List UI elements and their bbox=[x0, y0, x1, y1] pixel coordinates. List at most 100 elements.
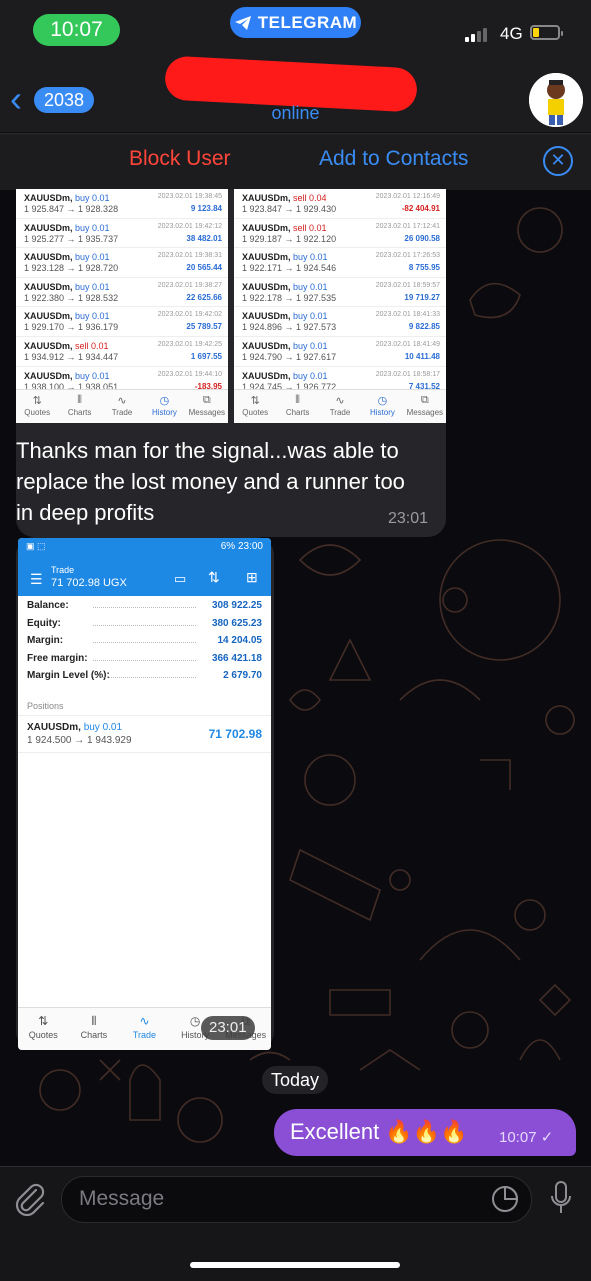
phone-status: 6% 23:00 bbox=[220, 541, 263, 552]
account-value: 308 922.25 bbox=[211, 600, 262, 611]
tab-history[interactable]: ◷ History bbox=[143, 390, 185, 423]
position-row[interactable]: XAUUSDm, buy 0.01 1 924.500 → 1 943.929 … bbox=[18, 715, 271, 753]
trade-side: buy 0.01 bbox=[75, 193, 110, 203]
add-to-contacts-button[interactable]: Add to Contacts bbox=[319, 147, 468, 171]
block-user-button[interactable]: Block User bbox=[129, 147, 231, 171]
trade-date: 2023.02.01 19:38:45 bbox=[157, 193, 222, 200]
position-prices: 1 924.500 → 1 943.929 bbox=[27, 735, 132, 746]
trade-symbol: XAUUSDm, buy 0.01 bbox=[24, 311, 110, 322]
positions-label: Positions bbox=[27, 701, 64, 711]
trade-symbol: XAUUSDm, buy 0.01 bbox=[24, 370, 110, 381]
contact-status: online bbox=[271, 103, 320, 123]
account-row: Equity: 380 625.23 bbox=[18, 618, 271, 636]
trade-side: buy 0.01 bbox=[293, 340, 328, 351]
telegram-label: TELEGRAM bbox=[257, 12, 358, 32]
trade-history-row[interactable]: XAUUSDm, buy 0.01 1 923.128 → 1 928.720 20… bbox=[16, 248, 228, 278]
trade-history-row[interactable]: XAUUSDm, buy 0.01 1 924.790 → 1 927.617 20… bbox=[234, 337, 446, 367]
status-bar: 10:07 TELEGRAM 4G bbox=[0, 0, 591, 58]
trade-prices: 1 922.380 → 1 928.532 bbox=[24, 292, 119, 303]
trade-prices: 1 922.178 → 1 927.535 bbox=[242, 292, 337, 303]
trade-side: buy 0.01 bbox=[75, 222, 110, 233]
trade-side: sell 0.04 bbox=[293, 193, 327, 203]
tab-charts[interactable]: ⫴ Charts bbox=[276, 390, 318, 423]
trade-symbol: XAUUSDm, buy 0.01 bbox=[24, 252, 110, 263]
account-key: Equity: bbox=[27, 617, 61, 629]
tab-quotes[interactable]: ⇅ Quotes bbox=[18, 1008, 69, 1050]
trade-history-row[interactable]: XAUUSDm, sell 0.01 1 929.187 → 1 922.120 2… bbox=[234, 219, 446, 249]
attach-icon[interactable] bbox=[14, 1182, 46, 1221]
trade-history-row[interactable]: XAUUSDm, buy 0.01 1 929.170 → 1 936.179 20… bbox=[16, 307, 228, 337]
tab-icon: ∿ bbox=[139, 1014, 150, 1028]
trade-history-row[interactable]: XAUUSDm, buy 0.01 1 924.896 → 1 927.573 20… bbox=[234, 307, 446, 337]
trade-side: buy 0.01 bbox=[75, 370, 110, 381]
trade-prices: 1 925.277 → 1 935.737 bbox=[24, 233, 119, 244]
date-divider: Today bbox=[262, 1066, 329, 1094]
tab-messages[interactable]: ⧉Messages bbox=[404, 390, 446, 423]
trade-history-row[interactable]: XAUUSDm, sell 0.04 1 923.847 → 1 929.430 2… bbox=[234, 189, 446, 219]
trade-symbol: XAUUSDm, sell 0.01 bbox=[242, 222, 327, 233]
position-symbol: XAUUSDm, bbox=[27, 722, 81, 733]
trade-history-row[interactable]: XAUUSDm, buy 0.01 1 925.847 → 1 928.328 20… bbox=[16, 189, 228, 219]
avatar[interactable] bbox=[529, 73, 583, 127]
tab-charts[interactable]: ⫴ Charts bbox=[58, 390, 100, 423]
tab-messages[interactable]: ⧉Messages bbox=[186, 390, 228, 423]
tab-trade[interactable]: ∿ Trade bbox=[319, 390, 361, 423]
mt-tab-bar: ⇅ Quotes ⫴ Charts ∿ Trade ◷ History ⧉ Messages bbox=[16, 389, 228, 423]
tab-history[interactable]: ◷ History bbox=[361, 390, 403, 423]
tab-quotes[interactable]: ⇅ Quotes bbox=[234, 390, 276, 423]
tab-icon: ◷ bbox=[159, 395, 170, 407]
trade-side: buy 0.01 bbox=[293, 252, 328, 263]
trade-date: 2023.02.01 19:42:12 bbox=[157, 222, 222, 230]
account-row: Margin Level (%): 2 679.70 bbox=[18, 670, 271, 688]
trade-date: 2023.02.01 19:38:27 bbox=[157, 281, 222, 289]
paper-plane-icon bbox=[234, 15, 251, 30]
account-value: 380 625.23 bbox=[211, 617, 262, 629]
account-value: 2 679.70 bbox=[223, 670, 262, 681]
menu-icon: ☰ bbox=[30, 571, 43, 587]
trade-prices: 1 923.847 → 1 929.430 bbox=[242, 204, 337, 214]
account-summary: Balance: 308 922.25 Equity: 380 625.23 Margi… bbox=[18, 600, 271, 688]
trade-side: buy 0.01 bbox=[75, 311, 110, 322]
trade-history-row[interactable]: XAUUSDm, buy 0.01 1 925.277 → 1 935.737 20… bbox=[16, 219, 228, 249]
trade-history-row[interactable]: XAUUSDm, buy 0.01 1 922.178 → 1 927.535 20… bbox=[234, 278, 446, 308]
trade-screenshot[interactable]: ▣ ⬚ 6% 23:00 ☰ Trade 71 702.98 UGX ▭ ⇅ ⊞… bbox=[18, 538, 271, 1050]
trade-prices: 1 929.170 → 1 936.179 bbox=[24, 322, 119, 333]
history-screenshot-left[interactable]: XAUUSDm, buy 0.01 1 925.847 → 1 928.328 20… bbox=[16, 189, 228, 423]
tab-icon: ⫴ bbox=[77, 394, 82, 406]
trade-prices: 1 925.847 → 1 928.328 bbox=[24, 204, 119, 214]
trade-symbol: XAUUSDm, buy 0.01 bbox=[242, 252, 328, 263]
tab-trade[interactable]: ∿ Trade bbox=[119, 1008, 170, 1050]
tab-charts[interactable]: ⫴ Charts bbox=[69, 1008, 120, 1050]
tab-trade[interactable]: ∿ Trade bbox=[101, 390, 143, 423]
trade-prices: 1 934.912 → 1 934.447 bbox=[24, 351, 119, 362]
trade-history-row[interactable]: XAUUSDm, buy 0.01 1 922.171 → 1 924.546 20… bbox=[234, 248, 446, 278]
account-key: Balance: bbox=[27, 600, 69, 611]
trade-history-row[interactable]: XAUUSDm, buy 0.01 1 922.380 → 1 928.532 20… bbox=[16, 278, 228, 308]
trade-amount: 71 702.98 UGX bbox=[51, 577, 127, 589]
trade-symbol: XAUUSDm, sell 0.01 bbox=[24, 340, 109, 351]
trade-date: 2023.02.01 12:16:49 bbox=[375, 193, 440, 200]
microphone-icon[interactable] bbox=[549, 1180, 573, 1221]
trade-symbol: XAUUSDm, buy 0.01 bbox=[24, 222, 110, 233]
trade-prices: 1 922.171 → 1 924.546 bbox=[242, 263, 337, 274]
trade-date: 2023.02.01 17:26:53 bbox=[375, 252, 440, 260]
trade-side: sell 0.01 bbox=[293, 222, 327, 233]
account-row: Free margin: 366 421.18 bbox=[18, 653, 271, 671]
tab-icon: ⇅ bbox=[32, 395, 42, 407]
tab-icon: ⇅ bbox=[250, 395, 260, 407]
trade-header: ▣ ⬚ 6% 23:00 ☰ Trade 71 702.98 UGX ▭ ⇅ ⊞ bbox=[18, 538, 271, 596]
trade-symbol: XAUUSDm, sell 0.04 bbox=[242, 193, 327, 203]
sticker-icon[interactable] bbox=[490, 1184, 520, 1219]
tab-quotes[interactable]: ⇅ Quotes bbox=[16, 390, 58, 423]
close-icon[interactable]: ✕ bbox=[543, 146, 573, 176]
trade-profit: 9 123.84 bbox=[190, 204, 222, 213]
trade-profit: 22 625.66 bbox=[186, 292, 222, 302]
trade-prices: 1 924.896 → 1 927.573 bbox=[242, 322, 337, 333]
trade-date: 2023.02.01 18:41:33 bbox=[375, 311, 440, 319]
history-screenshot-right[interactable]: XAUUSDm, sell 0.04 1 923.847 → 1 929.430 2… bbox=[234, 189, 446, 423]
card-icon: ▭ bbox=[174, 571, 187, 586]
home-indicator bbox=[190, 1262, 400, 1268]
trade-side: buy 0.01 bbox=[75, 252, 110, 263]
telegram-pill[interactable]: TELEGRAM bbox=[230, 7, 361, 38]
trade-history-row[interactable]: XAUUSDm, sell 0.01 1 934.912 → 1 934.447 2… bbox=[16, 337, 228, 367]
